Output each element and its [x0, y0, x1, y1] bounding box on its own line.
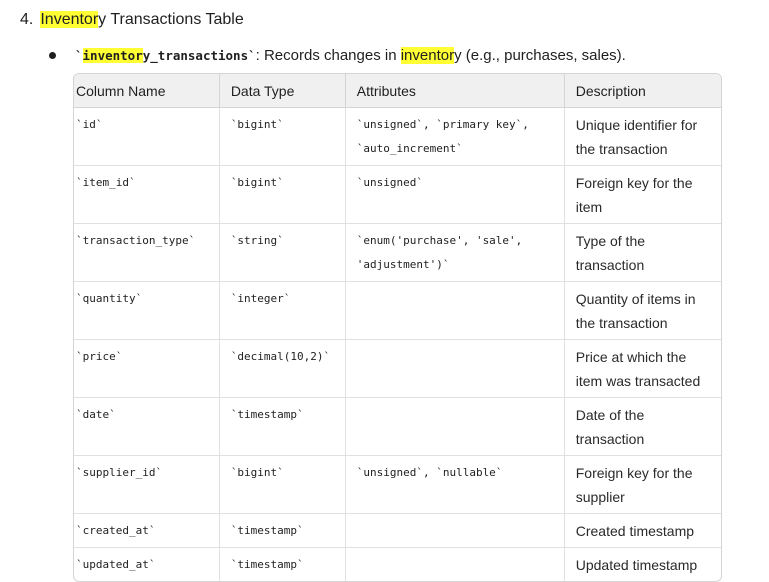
cell-attr	[345, 282, 565, 340]
bullet-item: `inventory_transactions`: Records change…	[49, 45, 626, 67]
cell-desc: Foreign key for the item	[564, 166, 721, 224]
header-data-type: Data Type	[219, 74, 346, 108]
table-row: `item_id` `bigint` `unsigned` Foreign ke…	[74, 166, 721, 224]
cell-name: `created_at`	[74, 514, 220, 548]
code-tick-open: `	[75, 48, 83, 63]
text-before: : Records changes in	[255, 47, 401, 64]
table-header-row: Column Name Data Type Attributes Descrip…	[74, 74, 721, 108]
cell-attr	[346, 548, 565, 581]
code-tick-close: `	[248, 48, 256, 63]
cell-type: `bigint`	[219, 456, 346, 514]
cell-name: `transaction_type`	[74, 224, 220, 282]
cell-desc: Updated timestamp	[575, 557, 698, 573]
table-row: `id` `bigint` `unsigned`, `primary key`,…	[74, 108, 721, 166]
cell-attr: `unsigned`, `nullable`	[345, 456, 565, 514]
code-highlight: inventor	[82, 48, 143, 63]
cell-name: `supplier_id`	[74, 456, 220, 514]
cell-attr	[345, 514, 565, 548]
text-highlight: inventor	[400, 47, 455, 64]
header-column-name: Column Name	[74, 74, 220, 108]
inventory-transactions-table: Column Name Data Type Attributes Descrip…	[73, 73, 722, 582]
table-row: `transaction_type` `string` `enum('purch…	[74, 224, 721, 282]
header-attributes: Attributes	[345, 74, 565, 108]
cell-type: `bigint`	[219, 108, 346, 166]
cell-name: `id`	[74, 108, 220, 166]
header-description: Description	[564, 74, 721, 108]
section-heading: 4. Inventory Transactions Table	[20, 9, 244, 31]
cell-type: `timestamp`	[219, 514, 346, 548]
cell-attr: `unsigned`, `primary key`, `auto_increme…	[345, 108, 565, 166]
bullet-dot-icon	[49, 51, 56, 59]
cell-attr	[345, 340, 565, 398]
cell-attr	[345, 398, 565, 456]
cell-type: `integer`	[219, 282, 346, 340]
cell-type: `string`	[219, 224, 346, 282]
cell-type: `timestamp`	[220, 548, 346, 581]
section-number: 4.	[20, 11, 34, 28]
code-rest: y_transactions	[142, 48, 249, 63]
cell-name: `item_id`	[74, 166, 220, 224]
heading-rest: y Transactions Table	[98, 11, 244, 28]
table-row: `quantity` `integer` Quantity of items i…	[74, 282, 721, 340]
table-row: `updated_at` `timestamp` Updated timesta…	[74, 548, 721, 581]
table-row: `date` `timestamp` Date of the transacti…	[74, 398, 721, 456]
table-row: `price` `decimal(10,2)` Price at which t…	[74, 340, 721, 398]
cell-attr: `enum('purchase', 'sale', 'adjustment')`	[345, 224, 565, 282]
cell-desc: Price at which the item was transacted	[564, 340, 721, 398]
cell-name: `date`	[74, 398, 220, 456]
cell-name: `quantity`	[74, 282, 220, 340]
cell-desc: Created timestamp	[564, 514, 721, 548]
text-after: y (e.g., purchases, sales).	[454, 47, 626, 64]
cell-desc: Unique identifier for the transaction	[564, 108, 721, 166]
cell-name: `price`	[74, 340, 220, 398]
cell-desc: Quantity of items in the transaction	[564, 282, 721, 340]
cell-attr: `unsigned`	[345, 166, 565, 224]
cell-name: `updated_at`	[74, 548, 220, 581]
cell-desc: Foreign key for the supplier	[564, 456, 721, 514]
cell-desc: Type of the transaction	[564, 224, 721, 282]
cell-type: `timestamp`	[219, 398, 346, 456]
table-row: `created_at` `timestamp` Created timesta…	[74, 514, 721, 548]
cell-type: `bigint`	[219, 166, 346, 224]
table-row: `supplier_id` `bigint` `unsigned`, `null…	[74, 456, 721, 514]
cell-type: `decimal(10,2)`	[219, 340, 346, 398]
cell-desc: Date of the transaction	[564, 398, 721, 456]
heading-highlight: Inventor	[40, 11, 99, 28]
